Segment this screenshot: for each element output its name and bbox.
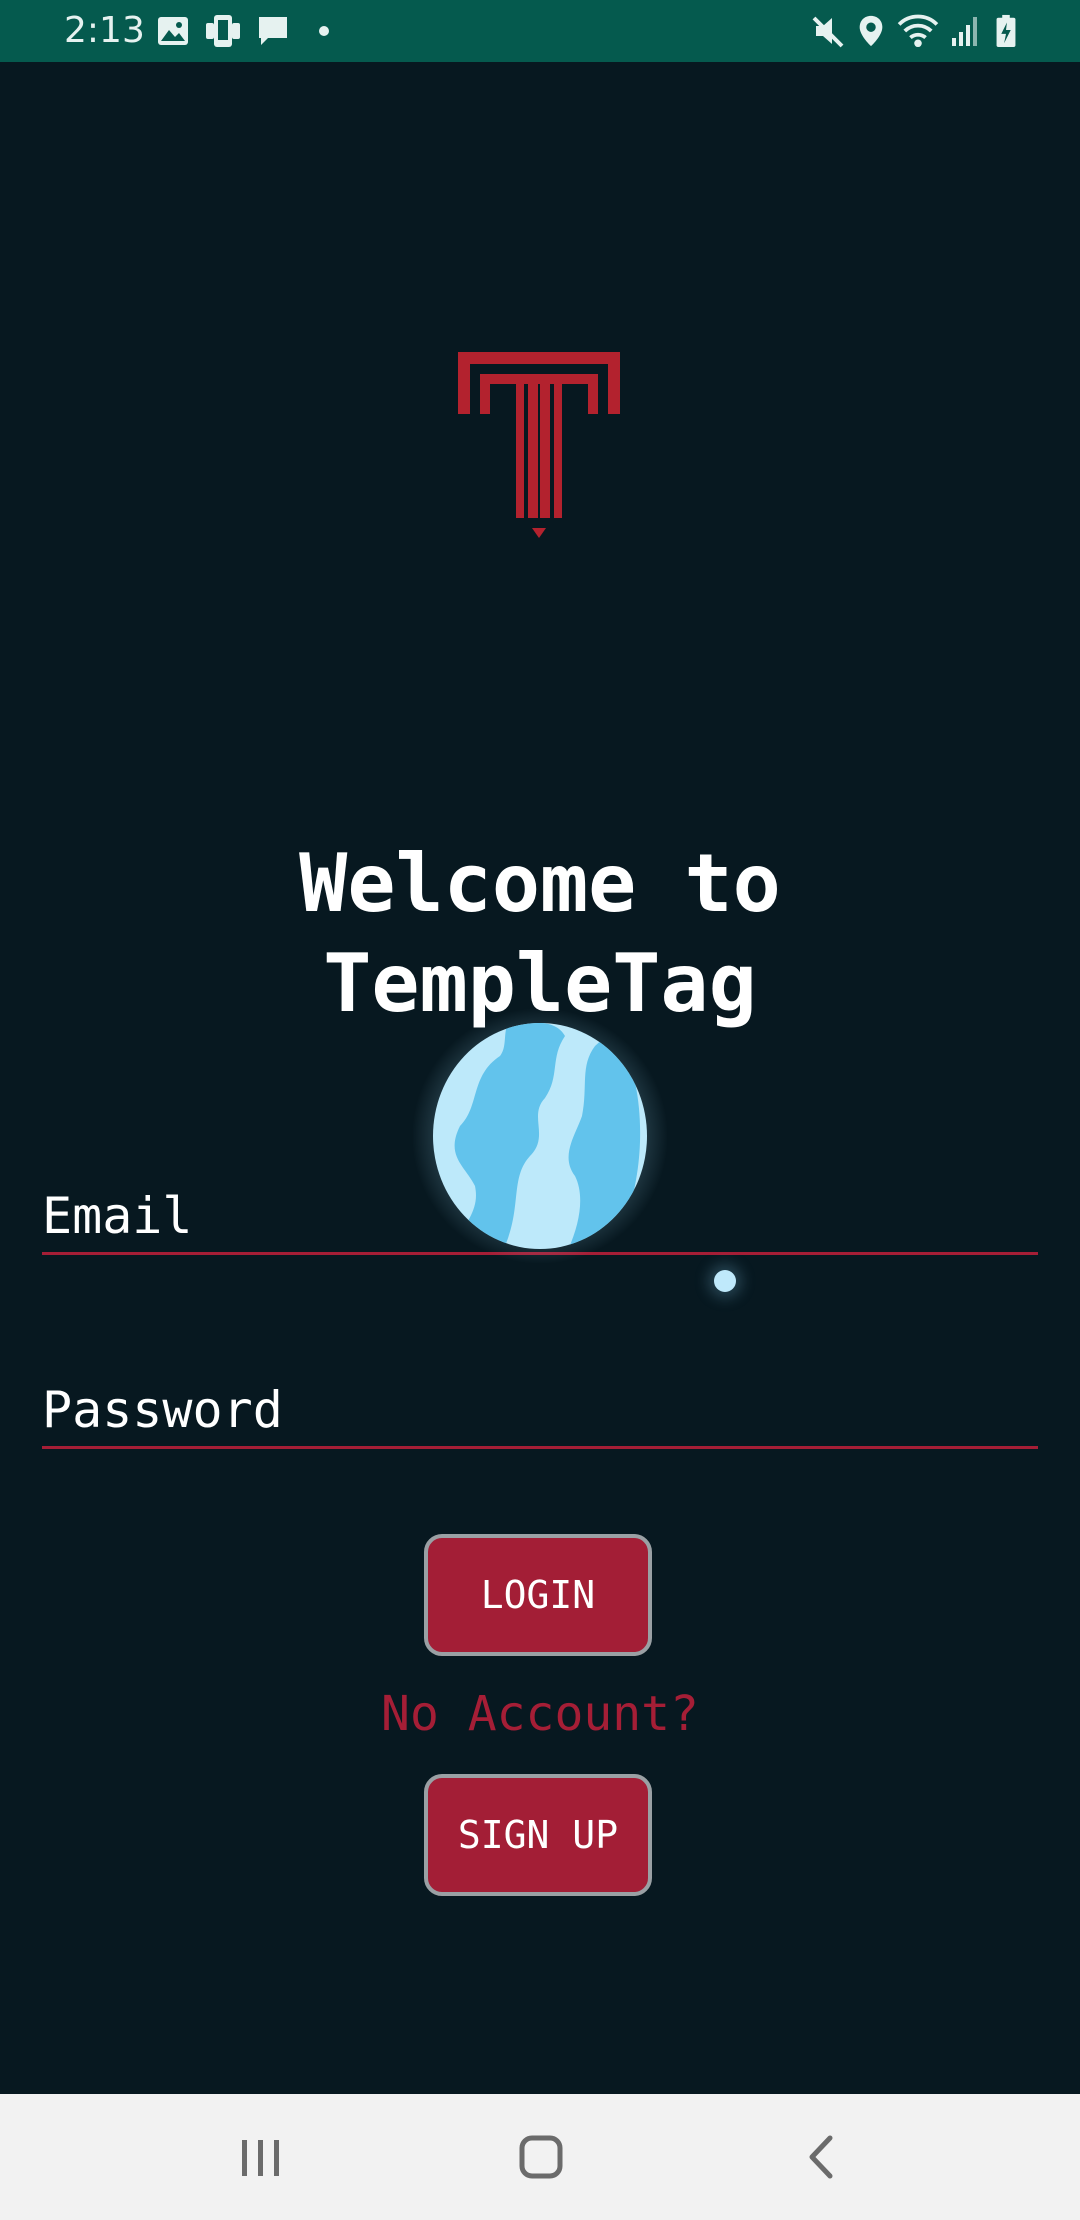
signal-icon [952,17,977,46]
status-time: 2:13 [64,10,145,51]
password-field[interactable] [42,1374,1038,1449]
status-bar: 2:13 [0,0,1080,62]
welcome-title: Welcome to TempleTag [0,834,1080,1034]
back-icon[interactable] [782,2124,862,2190]
location-icon [859,15,883,47]
battery-charging-icon [996,14,1016,48]
globe-icon [412,1008,668,1264]
login-screen: Welcome to TempleTag LOGIN No Account? S… [0,62,1080,2094]
glow-dot [714,1270,736,1292]
recent-apps-icon[interactable] [220,2124,300,2190]
home-icon[interactable] [500,2124,580,2190]
image-icon [158,17,188,45]
navigation-bar [0,2094,1080,2220]
login-button[interactable]: LOGIN [424,1534,652,1656]
templetag-logo [458,352,620,538]
dot-icon [319,26,329,36]
no-account-text: No Account? [381,1686,699,1742]
title-line-1: Welcome to [299,837,781,930]
mute-icon [812,16,844,48]
signup-button[interactable]: SIGN UP [424,1774,652,1896]
message-icon [259,17,287,45]
wifi-icon [897,14,939,48]
screen-share-icon [206,15,240,47]
